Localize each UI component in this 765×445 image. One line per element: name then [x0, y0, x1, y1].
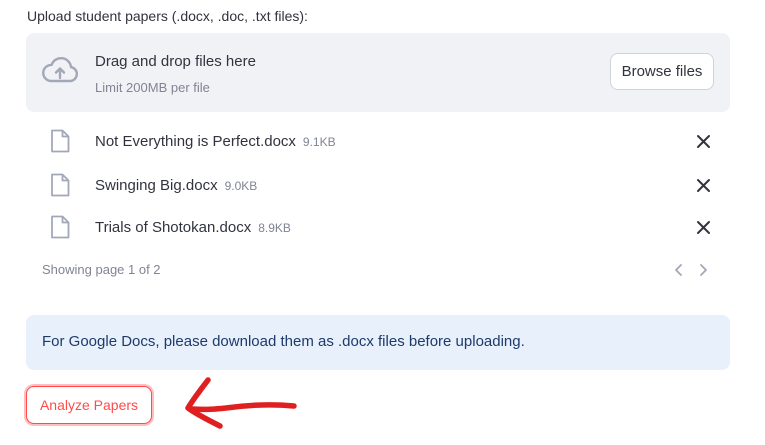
file-dropzone[interactable]: Drag and drop files here Limit 200MB per…	[26, 33, 730, 112]
file-size: 9.0KB	[224, 179, 258, 193]
file-name-text: Trials of Shotokan.docx	[95, 219, 252, 236]
uploaded-file-row: Not Everything is Perfect.docx 9.1KB	[26, 124, 730, 160]
file-icon	[51, 173, 70, 197]
app-page: Upload student papers (.docx, .doc, .txt…	[0, 0, 765, 445]
dropzone-title: Drag and drop files here	[95, 53, 256, 70]
close-icon[interactable]	[695, 177, 712, 194]
file-name: Not Everything is Perfect.docx 9.1KB	[95, 133, 336, 150]
info-alert-text: For Google Docs, please download them as…	[42, 333, 525, 350]
file-name-text: Swinging Big.docx	[95, 177, 218, 194]
analyze-papers-button[interactable]: Analyze Papers	[26, 386, 152, 424]
file-name: Swinging Big.docx 9.0KB	[95, 177, 257, 194]
close-icon[interactable]	[695, 219, 712, 236]
uploaded-file-row: Trials of Shotokan.docx 8.9KB	[26, 210, 730, 246]
file-size: 9.1KB	[302, 135, 336, 149]
close-icon[interactable]	[695, 133, 712, 150]
dropzone-limit: Limit 200MB per file	[95, 80, 210, 95]
file-name-text: Not Everything is Perfect.docx	[95, 133, 296, 150]
info-alert: For Google Docs, please download them as…	[26, 315, 730, 370]
cloud-upload-icon	[42, 56, 79, 83]
uploaded-file-row: Swinging Big.docx 9.0KB	[26, 168, 730, 204]
file-icon	[51, 215, 70, 239]
pagination-status: Showing page 1 of 2	[42, 262, 161, 277]
uploader-label: Upload student papers (.docx, .doc, .txt…	[27, 8, 308, 24]
chevron-left-icon[interactable]	[672, 263, 686, 277]
file-icon	[51, 129, 70, 153]
browse-files-button[interactable]: Browse files	[610, 53, 714, 90]
file-name: Trials of Shotokan.docx 8.9KB	[95, 219, 291, 236]
red-arrow-icon	[185, 377, 297, 429]
file-size: 8.9KB	[258, 221, 291, 235]
chevron-right-icon[interactable]	[696, 263, 710, 277]
